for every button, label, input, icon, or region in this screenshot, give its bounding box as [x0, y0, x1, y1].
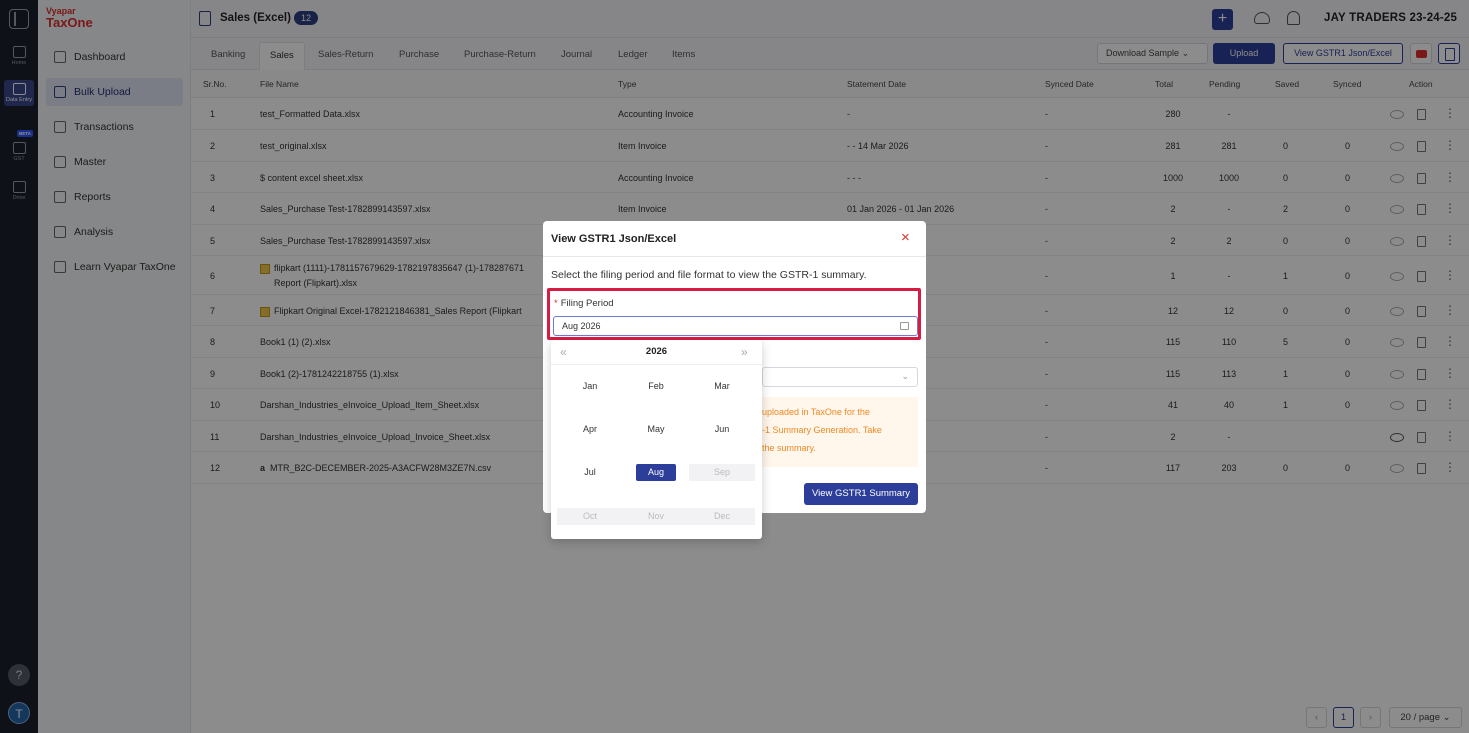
- filing-period-input[interactable]: Aug 2026: [553, 316, 918, 336]
- filing-period-highlight: * Filing Period Aug 2026: [547, 288, 921, 340]
- warning-line: the summary.: [762, 443, 816, 453]
- modal-description: Select the filing period and file format…: [551, 269, 867, 281]
- month-jul[interactable]: Jul: [557, 464, 623, 481]
- month-label: Nov: [647, 511, 664, 521]
- month-label: Aug: [636, 464, 676, 481]
- month-sep: Sep: [689, 464, 755, 481]
- filing-period-value: Aug 2026: [562, 321, 601, 331]
- picker-year[interactable]: 2026: [551, 346, 762, 357]
- month-label: Oct: [582, 511, 597, 521]
- month-label: Jun: [714, 424, 730, 434]
- month-may[interactable]: May: [623, 421, 689, 438]
- month-label: Apr: [582, 424, 597, 434]
- modal-title: View GSTR1 Json/Excel: [551, 233, 677, 245]
- file-format-select[interactable]: ⌄: [762, 367, 918, 387]
- month-label: Dec: [713, 511, 730, 521]
- modal-header: View GSTR1 Json/Excel ×: [543, 221, 926, 257]
- filing-period-label-text: Filing Period: [560, 298, 614, 309]
- month-label: Mar: [714, 381, 730, 391]
- next-year-icon[interactable]: »: [741, 345, 748, 359]
- month-feb[interactable]: Feb: [623, 378, 689, 395]
- month-oct: Oct: [557, 508, 623, 525]
- month-nov: Nov: [623, 508, 689, 525]
- month-label: Sep: [713, 467, 730, 477]
- filing-period-label: * Filing Period: [554, 298, 614, 309]
- month-label: May: [647, 424, 665, 434]
- month-picker-header: « 2026 »: [551, 340, 762, 365]
- warning-line: -1 Summary Generation. Take: [762, 425, 882, 435]
- month-mar[interactable]: Mar: [689, 378, 755, 395]
- month-picker: « 2026 » Jan Feb Mar Apr May Jun Jul Aug Sep Oct N…: [551, 340, 762, 539]
- calendar-icon: [900, 322, 909, 330]
- month-label: Jul: [584, 467, 596, 477]
- warning-line: uploaded in TaxOne for the: [762, 407, 870, 417]
- month-jun[interactable]: Jun: [689, 421, 755, 438]
- month-apr[interactable]: Apr: [557, 421, 623, 438]
- close-icon[interactable]: ×: [901, 230, 910, 245]
- month-jan[interactable]: Jan: [557, 378, 623, 395]
- month-label: Feb: [648, 381, 664, 391]
- month-label: Jan: [582, 381, 598, 391]
- required-mark: *: [554, 298, 558, 309]
- warning-message: uploaded in TaxOne for the -1 Summary Ge…: [762, 397, 918, 467]
- month-dec: Dec: [689, 508, 755, 525]
- month-aug[interactable]: Aug: [623, 464, 689, 481]
- chevron-down-icon: ⌄: [901, 371, 909, 381]
- view-gstr1-summary-button[interactable]: View GSTR1 Summary: [804, 483, 918, 505]
